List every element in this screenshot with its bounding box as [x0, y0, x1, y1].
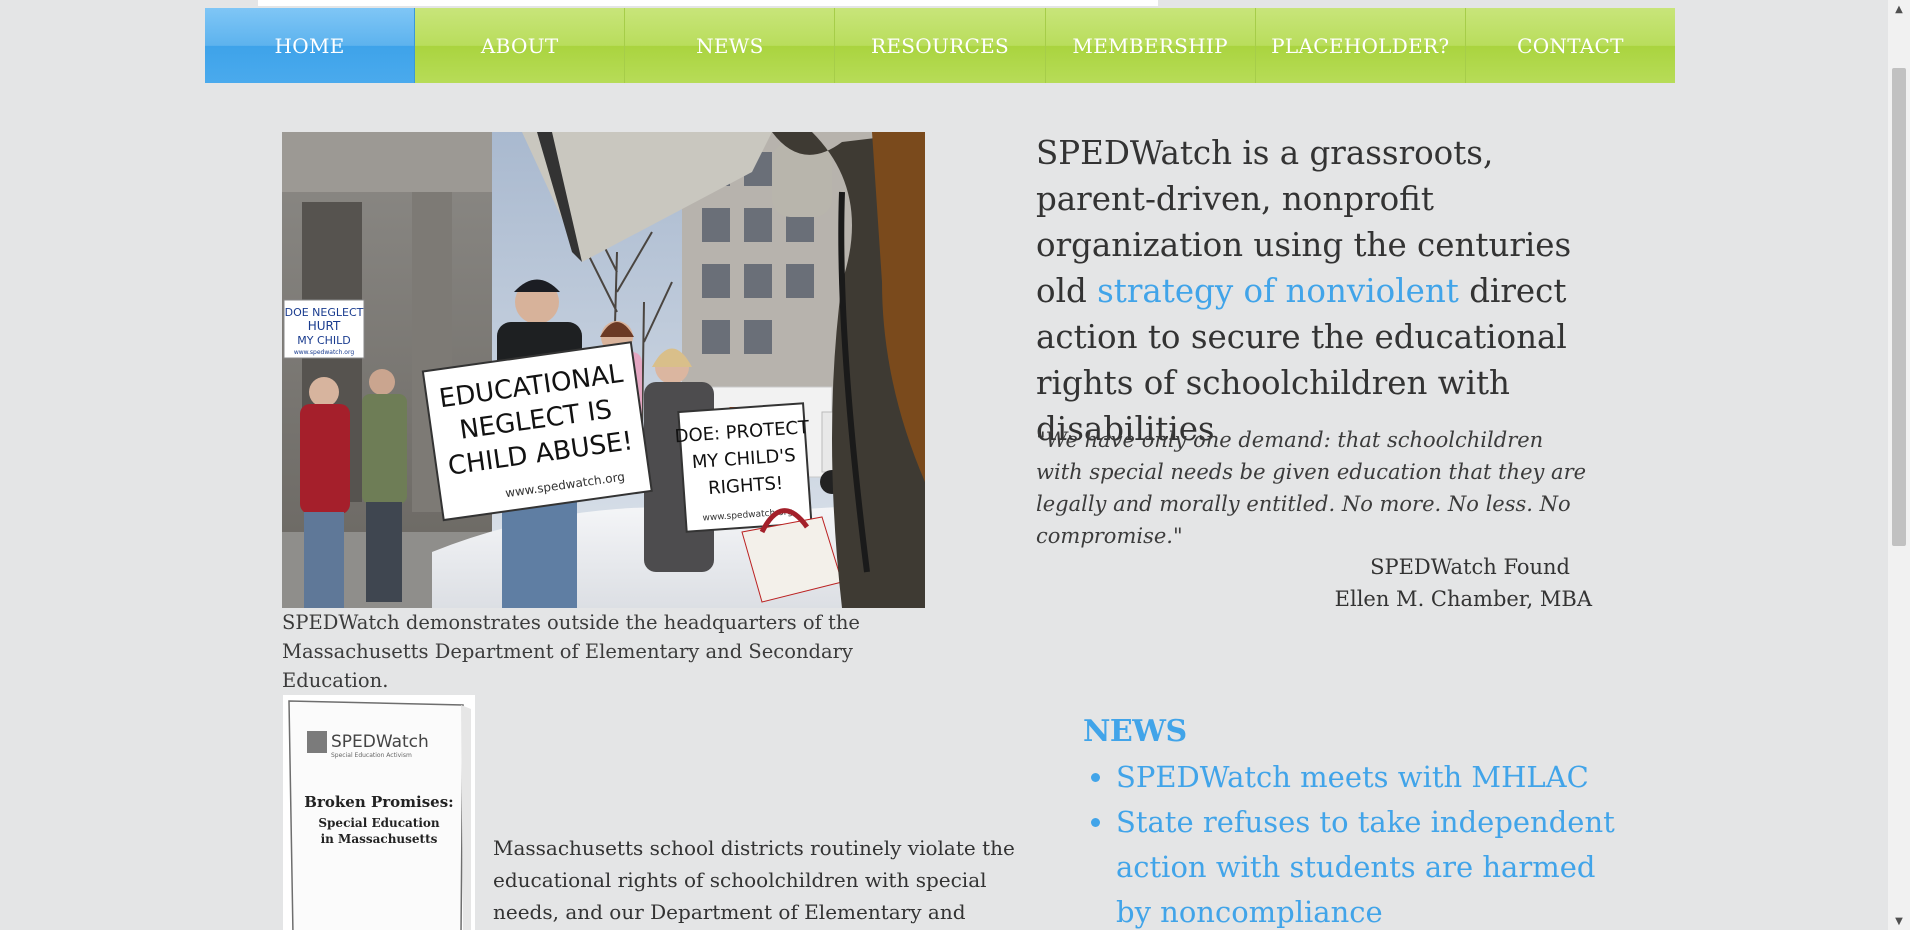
report-description: Massachusetts school districts routinely…	[493, 836, 1015, 924]
svg-text:SPEDWatch: SPEDWatch	[331, 732, 429, 752]
vertical-scrollbar[interactable]: ▲ ▼	[1888, 0, 1910, 930]
nav-item-contact[interactable]: CONTACT	[1465, 8, 1675, 83]
nonviolent-strategy-link[interactable]: strategy of nonviolent	[1097, 272, 1459, 310]
report-logo-icon	[307, 731, 327, 753]
svg-text:Broken Promises:: Broken Promises:	[304, 793, 453, 811]
scroll-thumb[interactable]	[1892, 68, 1906, 546]
news-item-mhlac[interactable]: SPEDWatch meets with MHLAC	[1116, 755, 1636, 800]
scroll-down-arrow-icon[interactable]: ▼	[1888, 912, 1910, 930]
protest-photo-illustration: Ex	[282, 132, 925, 608]
nav-item-resources[interactable]: RESOURCES	[835, 8, 1046, 83]
report-cover-image[interactable]: SPEDWatch Special Education Activism Bro…	[283, 695, 475, 930]
svg-text:DOE NEGLECT: DOE NEGLECT	[285, 306, 364, 319]
mission-statement: SPEDWatch is a grassroots, parent-driven…	[1036, 130, 1596, 452]
report-cover-illustration: SPEDWatch Special Education Activism Bro…	[283, 695, 475, 930]
news-heading: NEWS	[1083, 714, 1187, 749]
svg-text:HURT: HURT	[308, 319, 341, 333]
attribution-line2: Ellen M. Chamber, MBA	[1334, 587, 1592, 611]
svg-text:Special Education: Special Education	[318, 816, 440, 830]
sign-left: DOE NEGLECT HURT MY CHILD www.spedwatch.…	[283, 299, 365, 359]
nav-item-home[interactable]: HOME	[205, 8, 416, 83]
svg-text:www.spedwatch.org: www.spedwatch.org	[294, 349, 354, 356]
svg-text:in Massachusetts: in Massachusetts	[321, 832, 438, 846]
nav-item-about[interactable]: ABOUT	[415, 8, 626, 83]
main-nav: HOME ABOUT NEWS RESOURCES MEMBERSHIP PLA…	[205, 8, 1675, 83]
svg-text:Special Education Activism: Special Education Activism	[331, 752, 412, 759]
attribution-line1: SPEDWatch Found	[1370, 555, 1570, 579]
quote-attribution: SPEDWatch Found Ellen M. Chamber, MBA	[1200, 551, 1592, 615]
sign-main: EDUCATIONAL NEGLECT IS CHILD ABUSE! www.…	[421, 341, 653, 522]
news-list: SPEDWatch meets with MHLAC State refuses…	[1083, 755, 1636, 930]
top-white-strip	[258, 0, 1158, 6]
nav-item-membership[interactable]: MEMBERSHIP	[1045, 8, 1256, 83]
nav-item-placeholder[interactable]: PLACEHOLDER?	[1255, 8, 1466, 83]
protest-photo: Ex	[282, 132, 925, 608]
scroll-up-arrow-icon[interactable]: ▲	[1888, 0, 1910, 18]
page: HOME ABOUT NEWS RESOURCES MEMBERSHIP PLA…	[0, 0, 1910, 930]
news-item-noncompliance[interactable]: State refuses to take independent action…	[1116, 800, 1636, 930]
founder-quote: "We have only one demand: that schoolchi…	[1036, 428, 1587, 548]
svg-text:MY CHILD: MY CHILD	[297, 334, 351, 347]
photo-caption: SPEDWatch demonstrates outside the headq…	[282, 611, 860, 692]
nav-item-news[interactable]: NEWS	[625, 8, 836, 83]
